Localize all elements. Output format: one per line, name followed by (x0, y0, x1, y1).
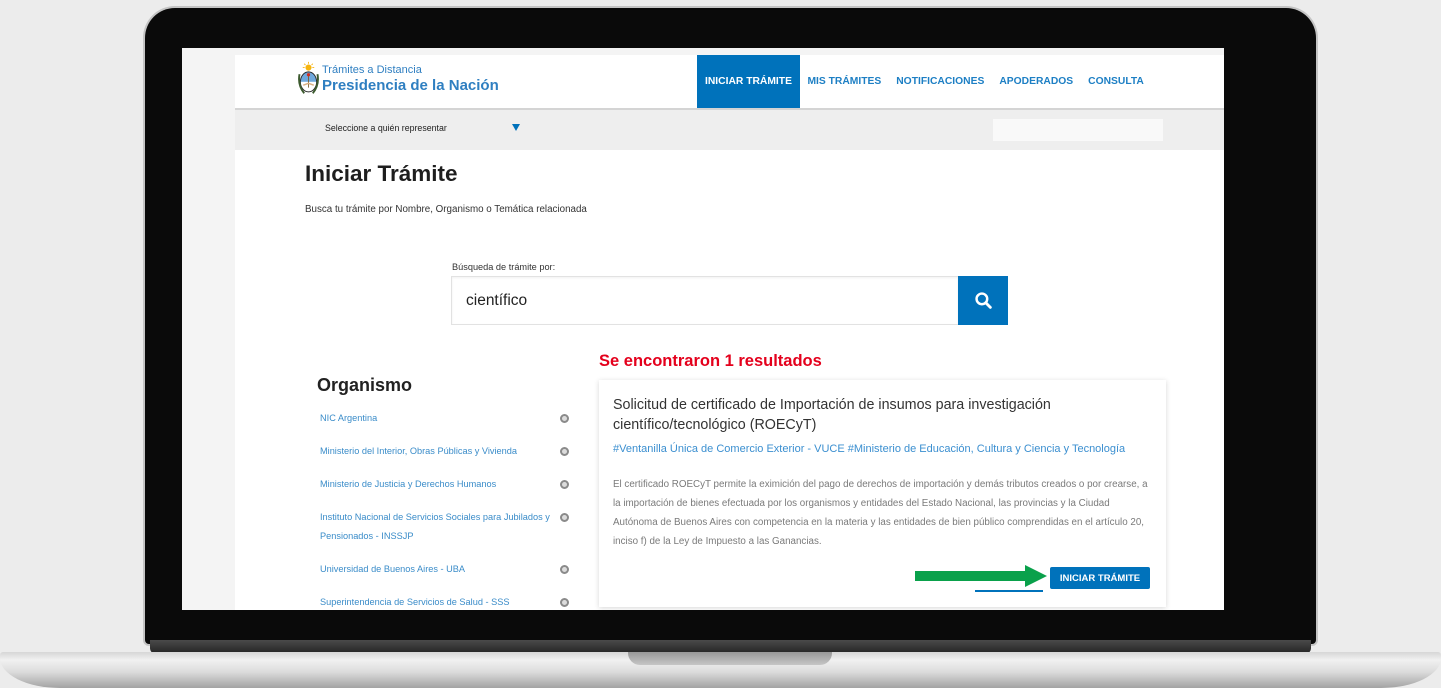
results-summary: Se encontraron 1 resultados (599, 352, 822, 370)
circle-bullet-icon (560, 565, 569, 574)
nav-consulta[interactable]: CONSULTA (1081, 55, 1152, 108)
filter-item-label: Ministerio de Justicia y Derechos Humano… (320, 479, 497, 489)
main-nav: INICIAR TRÁMITE MIS TRÁMITES NOTIFICACIO… (697, 55, 1151, 108)
circle-bullet-icon (560, 598, 569, 607)
triangle-down-icon[interactable] (512, 124, 520, 131)
coat-of-arms-icon[interactable] (298, 61, 319, 97)
green-arrow-icon (915, 565, 1047, 587)
filter-item-label: NIC Argentina (320, 413, 378, 423)
account-box[interactable] (993, 119, 1163, 141)
start-procedure-button[interactable]: INICIAR TRÁMITE (1050, 567, 1150, 589)
web-page: Trámites a Distancia Presidencia de la N… (235, 55, 1224, 610)
filter-item-label: Instituto Nacional de Servicios Sociales… (320, 512, 550, 541)
search-input[interactable] (451, 276, 958, 325)
laptop-frame: Trámites a Distancia Presidencia de la N… (0, 0, 1441, 688)
representation-bar: Seleccione a quién representar (235, 110, 1224, 150)
filter-item-label: Ministerio del Interior, Obras Públicas … (320, 446, 517, 456)
page-subtitle: Busca tu trámite por Nombre, Organismo o… (305, 204, 587, 215)
circle-bullet-icon (560, 513, 569, 522)
filter-item-label: Universidad de Buenos Aires - UBA (320, 564, 466, 574)
laptop-screen: Trámites a Distancia Presidencia de la N… (182, 48, 1224, 610)
filter-item-label: Superintendencia de Servicios de Salud -… (320, 597, 510, 607)
result-description: El certificado ROECyT permite la eximici… (613, 479, 1148, 547)
nav-apoderados[interactable]: APODERADOS (992, 55, 1081, 108)
filter-item-inssjp[interactable]: Instituto Nacional de Servicios Sociales… (320, 508, 575, 546)
filter-item-sss[interactable]: Superintendencia de Servicios de Salud -… (320, 593, 575, 610)
circle-bullet-icon (560, 480, 569, 489)
logo-title[interactable]: Presidencia de la Nación (322, 77, 499, 94)
represent-label: Seleccione a quién representar (325, 123, 447, 133)
search-button[interactable] (958, 276, 1008, 325)
nav-iniciar-tramite[interactable]: INICIAR TRÁMITE (697, 55, 800, 108)
nav-notificaciones[interactable]: NOTIFICACIONES (889, 55, 992, 108)
result-card: Solicitud de certificado de Importación … (599, 380, 1166, 607)
circle-bullet-icon (560, 414, 569, 423)
filter-item-uba[interactable]: Universidad de Buenos Aires - UBA (320, 560, 575, 579)
site-header: Trámites a Distancia Presidencia de la N… (235, 55, 1224, 110)
search-label: Búsqueda de trámite por: (452, 262, 556, 272)
filter-item-ministerio-interior[interactable]: Ministerio del Interior, Obras Públicas … (320, 442, 575, 461)
filter-item-nic-argentina[interactable]: NIC Argentina (320, 409, 575, 428)
filter-item-ministerio-justicia[interactable]: Ministerio de Justicia y Derechos Humano… (320, 475, 575, 494)
result-tags: #Ventanilla Única de Comercio Exterior -… (613, 443, 1126, 455)
page-title: Iniciar Trámite (305, 161, 458, 186)
laptop-notch (628, 652, 832, 665)
result-title: Solicitud de certificado de Importación … (613, 397, 1051, 433)
search-icon (974, 292, 992, 309)
logo-subtitle[interactable]: Trámites a Distancia (322, 64, 422, 76)
represent-selector[interactable]: Seleccione a quién representar (325, 110, 525, 150)
sidebar-heading: Organismo (317, 375, 413, 395)
organismo-filter-list: NIC Argentina Ministerio del Interior, O… (320, 409, 575, 610)
nav-mis-tramites[interactable]: MIS TRÁMITES (800, 55, 889, 108)
circle-bullet-icon (560, 447, 569, 456)
button-underline-accent (975, 590, 1043, 592)
